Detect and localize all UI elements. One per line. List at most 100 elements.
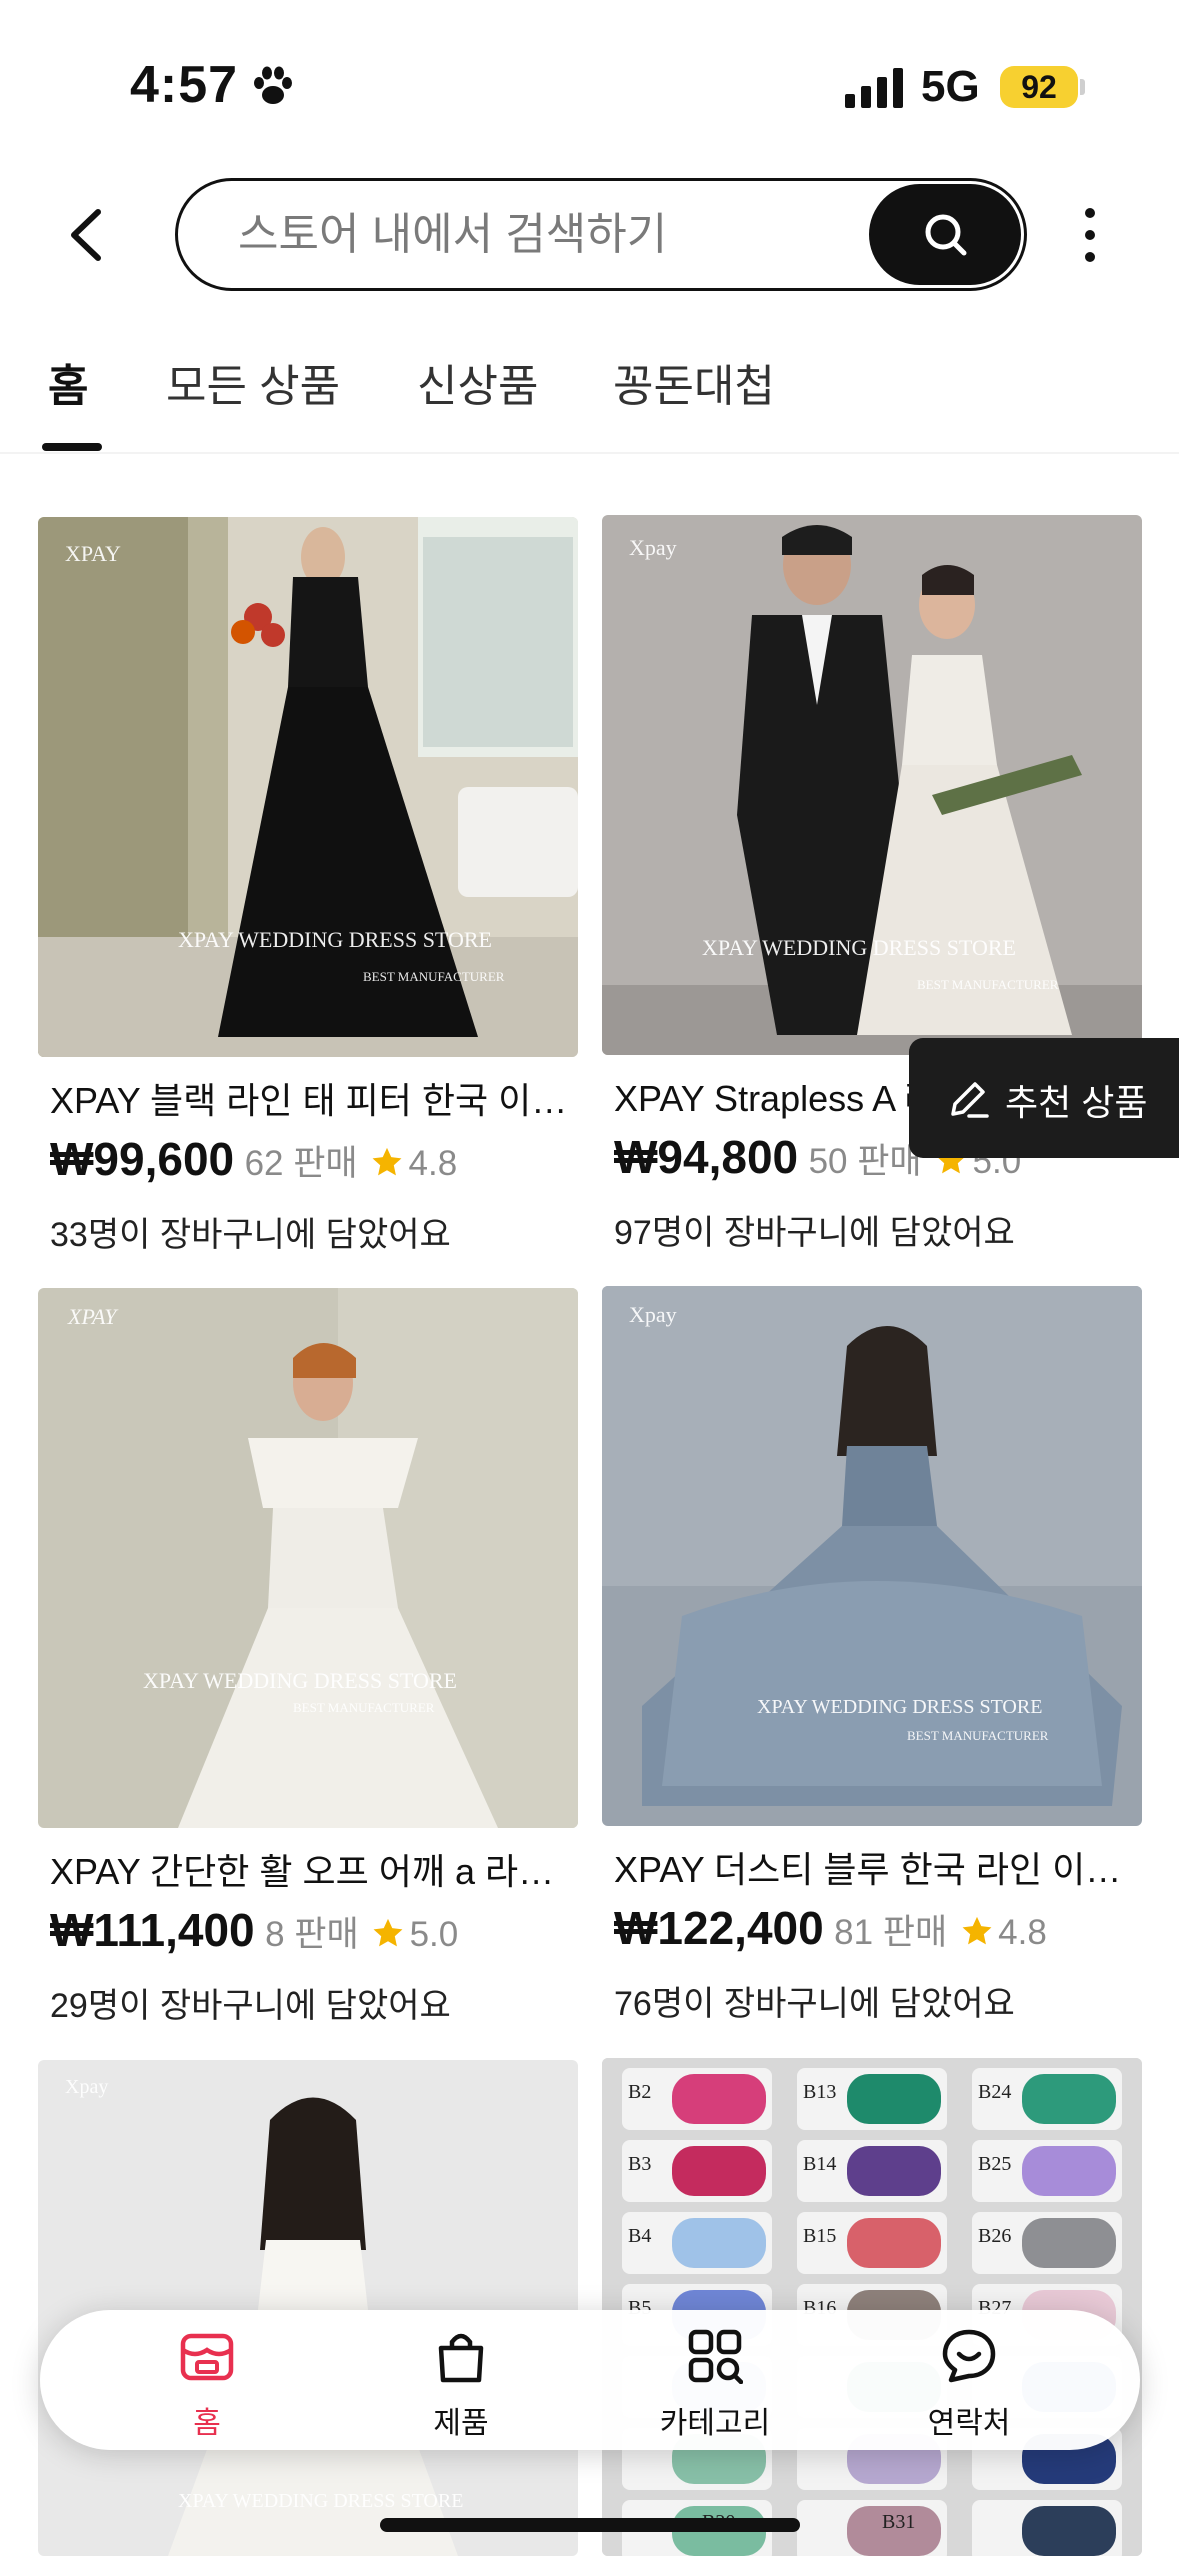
swatch-label: B14 <box>803 2153 836 2175</box>
swatch-label: B4 <box>628 2225 651 2247</box>
search-bar[interactable] <box>175 178 1027 291</box>
nav-categories-label: 카테고리 <box>659 2407 771 2440</box>
watermark-maker: BEST MANUFACTURER <box>907 1728 1049 1743</box>
store-home-icon <box>180 2333 234 2381</box>
tab-event[interactable]: 꽁돈대첩 <box>613 350 775 414</box>
product-title[interactable]: XPAY 블랙 라인 태 피터 한국 이… <box>50 1072 575 1124</box>
store-tabs: 홈 모든 상품 신상품 꽁돈대첩 <box>0 350 1179 450</box>
status-time: 4:57 <box>130 56 239 114</box>
cellular-signal-icon <box>845 68 903 108</box>
swatch-label: B31 <box>882 2511 915 2533</box>
star-icon <box>373 1918 403 1947</box>
watermark-brand: XPAY <box>65 541 121 566</box>
search-button[interactable] <box>869 184 1021 285</box>
product-card[interactable]: B2B13B24B3B14B25B4B15B26B5B16B27B20B31 <box>602 2058 1142 2556</box>
cart-count-note: 76명이 장바구니에 담았어요 <box>614 1985 1015 2023</box>
battery-indicator: 92 <box>1000 66 1078 108</box>
watermark-brand: Xpay <box>65 2076 109 2098</box>
fabric-swatch <box>1022 2146 1116 2196</box>
watermark-brand: XPAY <box>68 1304 117 1329</box>
watermark-store: XPAY WEDDING DRESS STORE <box>178 927 492 952</box>
product-title[interactable]: XPAY 간단한 활 오프 어깨 a 라… <box>50 1843 575 1895</box>
product-card[interactable]: XPAY XPAY WEDDING DRESS STORE BEST MANUF… <box>38 1288 578 2048</box>
tab-all-products[interactable]: 모든 상품 <box>166 350 340 414</box>
cart-count-note: 33명이 장바구니에 담았어요 <box>50 1216 451 1254</box>
fabric-swatch <box>847 2074 941 2124</box>
watermark-brand: Xpay <box>629 1302 677 1327</box>
nav-products-label: 제품 <box>433 2407 489 2440</box>
star-icon <box>372 1147 402 1176</box>
star-icon <box>962 1916 992 1945</box>
fabric-swatch <box>672 2074 766 2124</box>
swatch-label: B25 <box>978 2153 1011 2175</box>
watermark-brand: Xpay <box>629 535 677 560</box>
rating-value: 5.0 <box>409 1915 459 1954</box>
tab-divider <box>0 452 1179 454</box>
color-swatch-chart: B2B13B24B3B14B25B4B15B26B5B16B27B20B31 <box>602 2058 1142 2556</box>
more-vertical-icon[interactable] <box>1075 205 1105 265</box>
product-card[interactable]: Xpay XPAY WEDDING DRESS STORE <box>38 2060 578 2556</box>
sold-count: 50 판매 <box>808 1142 922 1181</box>
recommend-products-button[interactable]: 추천 상품 <box>909 1038 1179 1158</box>
watermark-maker: BEST MANUFACTURER <box>363 969 505 984</box>
battery-tip <box>1080 79 1085 95</box>
nav-products[interactable]: 제품 <box>361 2310 561 2450</box>
search-icon <box>925 214 967 256</box>
cart-count-note: 97명이 장바구니에 담았어요 <box>614 1214 1015 1252</box>
swatch-label: B13 <box>803 2081 836 2103</box>
swatch-label: B3 <box>628 2153 651 2175</box>
sold-count: 62 판매 <box>244 1144 358 1183</box>
swatch-label: B2 <box>628 2081 651 2103</box>
watermark-maker: BEST MANUFACTURER <box>917 977 1059 992</box>
home-indicator <box>380 2518 800 2532</box>
network-type: 5G <box>921 62 980 111</box>
product-image[interactable]: XPAY XPAY WEDDING DRESS STORE BEST MANUF… <box>38 1288 578 1828</box>
status-bar: 4:57 5G 92 <box>0 0 1179 175</box>
watermark-store: XPAY WEDDING DRESS STORE <box>757 1696 1043 1718</box>
price-row: ₩99,600 62 판매 4.8 <box>50 1132 580 1192</box>
nav-home[interactable]: 홈 <box>107 2310 307 2450</box>
nav-contact-label: 연락처 <box>927 2407 1011 2440</box>
watermark-store: XPAY WEDDING DRESS STORE <box>702 935 1016 960</box>
tab-new-products[interactable]: 신상품 <box>417 350 538 414</box>
watermark-store: XPAY WEDDING DRESS STORE <box>178 2490 464 2512</box>
product-price: ₩122,400 <box>614 1902 824 1954</box>
product-title[interactable]: XPAY 더스티 블루 한국 라인 이… <box>614 1841 1139 1893</box>
rating-value: 4.8 <box>408 1144 458 1183</box>
product-image[interactable]: B2B13B24B3B14B25B4B15B26B5B16B27B20B31 <box>602 2058 1142 2556</box>
product-image[interactable]: Xpay XPAY WEDDING DRESS STORE BEST MANUF… <box>602 1286 1142 1826</box>
product-image[interactable]: Xpay XPAY WEDDING DRESS STORE BEST MANUF… <box>602 515 1142 1055</box>
fabric-swatch <box>847 2146 941 2196</box>
product-price: ₩111,400 <box>50 1904 255 1956</box>
product-price: ₩99,600 <box>50 1133 235 1185</box>
tab-home[interactable]: 홈 <box>48 350 88 414</box>
chevron-left-icon[interactable] <box>58 200 114 270</box>
sold-count: 81 판매 <box>834 1913 948 1952</box>
nav-categories[interactable]: 카테고리 <box>615 2310 815 2450</box>
nav-contact[interactable]: 연락처 <box>869 2310 1069 2450</box>
product-card[interactable]: XPAY XPAY WEDDING DRESS STORE BEST MANUF… <box>38 517 578 1277</box>
fabric-swatch <box>1022 2074 1116 2124</box>
nav-home-label: 홈 <box>193 2407 221 2440</box>
price-row: ₩122,400 81 판매 4.8 <box>614 1901 1144 1961</box>
fabric-swatch <box>847 2218 941 2268</box>
product-image[interactable]: XPAY XPAY WEDDING DRESS STORE BEST MANUF… <box>38 517 578 1057</box>
product-card[interactable]: Xpay XPAY WEDDING DRESS STORE BEST MANUF… <box>602 1286 1142 2046</box>
cart-count-note: 29명이 장바구니에 담았어요 <box>50 1987 451 2025</box>
category-grid-icon <box>688 2329 743 2384</box>
swatch-label: B24 <box>978 2081 1011 2103</box>
product-image[interactable]: Xpay XPAY WEDDING DRESS STORE <box>38 2060 578 2556</box>
fabric-swatch <box>672 2218 766 2268</box>
chat-smile-icon <box>942 2329 996 2383</box>
shopping-bag-icon <box>438 2333 484 2383</box>
fabric-swatch <box>1022 2506 1116 2556</box>
search-input[interactable] <box>238 181 878 288</box>
paw-icon <box>254 66 292 104</box>
tab-active-indicator <box>42 443 102 451</box>
pencil-icon <box>951 1082 989 1118</box>
rating-value: 4.8 <box>998 1913 1047 1952</box>
product-card[interactable]: Xpay XPAY WEDDING DRESS STORE BEST MANUF… <box>602 515 1142 1275</box>
sold-count: 8 판매 <box>265 1915 359 1954</box>
watermark-store: XPAY WEDDING DRESS STORE <box>143 1668 457 1693</box>
price-row: ₩111,400 8 판매 5.0 <box>50 1903 580 1963</box>
